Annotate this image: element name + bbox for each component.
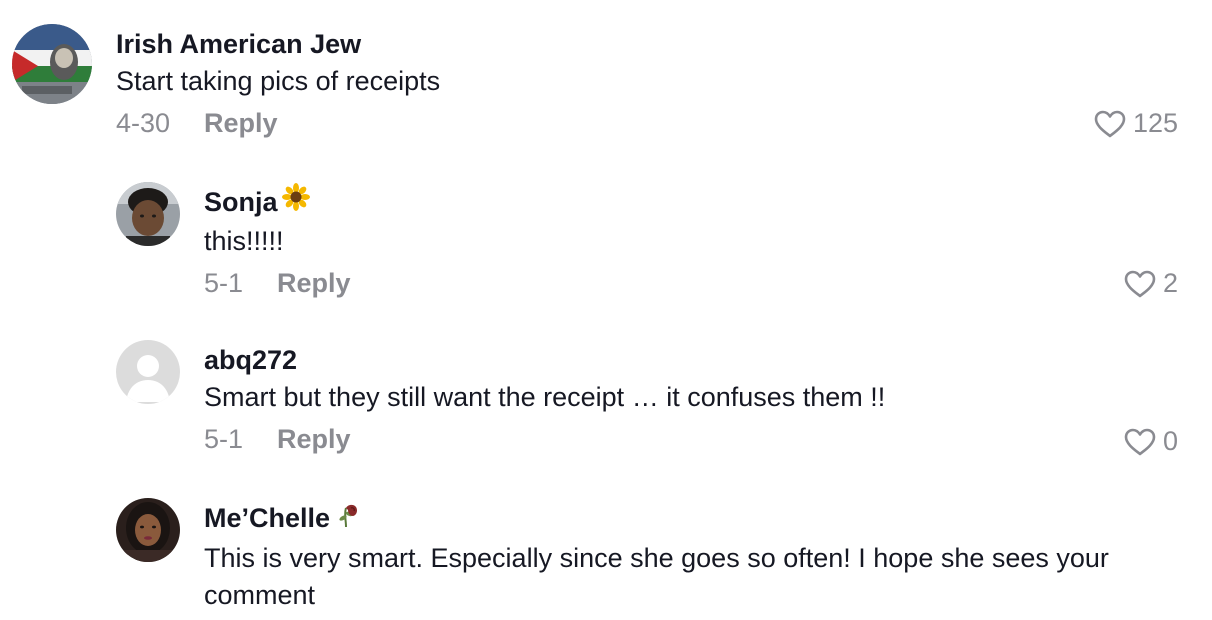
avatar-person-image [116,182,180,246]
reply-item: abq272 Smart but they still want the rec… [0,318,1212,478]
heart-outline-icon [1124,270,1156,297]
reply-button[interactable]: Reply [277,265,351,301]
comment-meta: 5-1 Reply [204,265,1184,301]
avatar-flag-mural-image [12,24,92,104]
author-name[interactable]: Sonja [204,187,278,217]
heart-outline-icon [1094,110,1126,137]
comment-item: Irish American Jew Start taking pics of … [0,0,1212,160]
comment-text: Smart but they still want the receipt … … [204,382,886,412]
like-count: 125 [1132,108,1178,138]
comment-text: Start taking pics of receipts [116,66,441,96]
avatar[interactable] [116,182,180,246]
comment-body: abq272 Smart but they still want the rec… [204,342,1184,457]
comment-text: this!!!!! [204,226,284,257]
avatar[interactable] [116,498,180,562]
reply-item: Me’Chelle This is very smart. Especially… [0,476,1212,620]
comment-author[interactable]: Sonja [204,183,1184,222]
like-count: 2 [1162,268,1178,298]
comment-meta: 5-1 Reply [204,421,1184,457]
comment-meta: 4-30 Reply [116,105,1186,141]
comment-date: 5-1 [204,424,244,454]
comment-author[interactable]: Me’Chelle [204,500,1194,539]
reply-button[interactable]: Reply [204,105,278,141]
comment-date: 4-30 [116,108,171,138]
wilted-flower-emoji [334,498,364,537]
like-count: 0 [1162,426,1178,456]
author-name[interactable]: Irish American Jew [116,29,361,59]
like-button[interactable]: 125 [1093,108,1178,139]
heart-outline-icon [1124,428,1156,455]
comment-author[interactable]: abq272 [204,342,1184,378]
comment-author[interactable]: Irish American Jew [116,26,1186,62]
avatar[interactable] [12,24,92,104]
like-button[interactable]: 2 [1123,268,1178,299]
comment-date: 5-1 [204,268,244,299]
default-user-icon [116,340,180,404]
comment-body: Sonja this!!!!! 5-1 Reply [204,183,1184,301]
sunflower-icon [281,183,310,212]
wilted-rose-icon [339,505,358,528]
comment-text: This is very smart. Especially since she… [204,543,1109,611]
like-button[interactable]: 0 [1123,426,1178,457]
sunflower-emoji [281,183,310,220]
avatar[interactable] [116,340,180,404]
reply-item: Sonja this!!!!! 5-1 Reply 2 [0,160,1212,320]
author-name[interactable]: abq272 [204,345,297,375]
comment-body: Irish American Jew Start taking pics of … [116,26,1186,141]
comment-body: Me’Chelle This is very smart. Especially… [204,500,1194,614]
avatar-person-image [116,498,180,562]
author-name[interactable]: Me’Chelle [204,503,330,533]
reply-button[interactable]: Reply [277,421,351,457]
